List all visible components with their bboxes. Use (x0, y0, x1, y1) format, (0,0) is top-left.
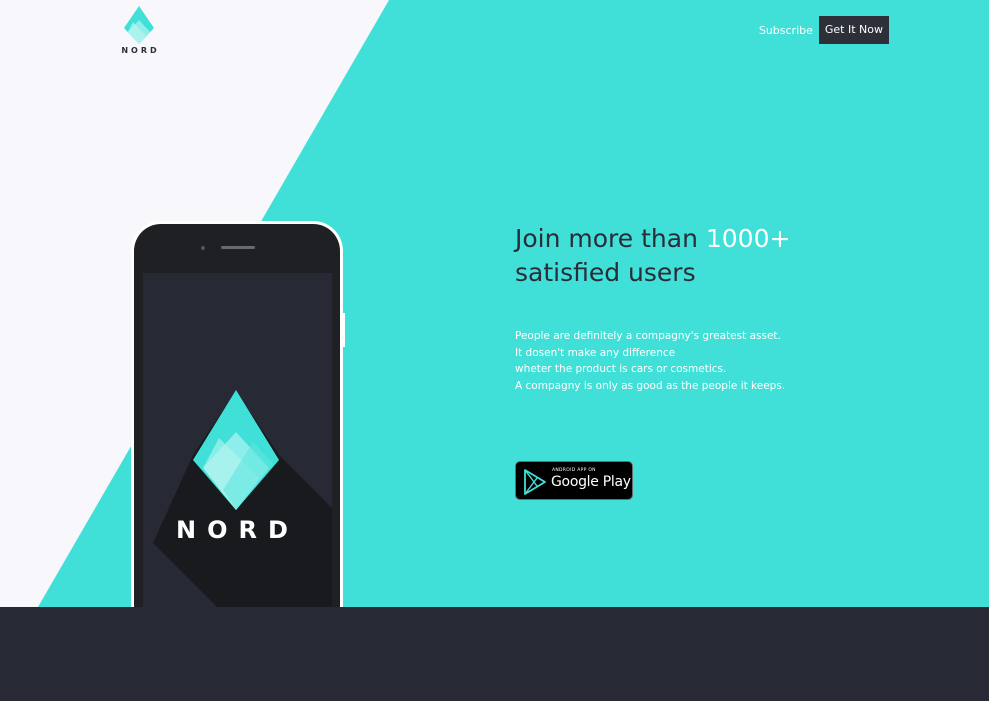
google-play-small-text: ANDROID APP ON (552, 468, 596, 473)
description-line: It dosen't make any difference (515, 346, 676, 359)
google-play-big-text: Google Play (551, 474, 631, 490)
headline-part2: satisfied users (515, 258, 696, 287)
description-line: A compagny is only as good as the people… (515, 379, 786, 392)
hero-headline: Join more than 1000+ satisfied users (515, 222, 875, 290)
google-play-icon (524, 469, 546, 495)
brand-name: NORD (121, 46, 160, 55)
description-line: People are definitely a compagny's great… (515, 330, 781, 342)
top-nav: Subscribe Get It Now (759, 16, 889, 44)
description-line: wheter the product is cars or cosmetics. (515, 363, 727, 375)
phone-screen-logo-icon (193, 390, 279, 510)
nord-logo-icon (124, 6, 154, 44)
hero-section: NORD Subscribe Get It Now NORD Join more… (0, 0, 989, 607)
brand-logo[interactable]: NORD (115, 6, 163, 55)
dark-section (0, 607, 989, 701)
phone-screen-brand-text: NORD (176, 516, 299, 544)
hero-description: People are definitely a compagny's great… (515, 328, 845, 394)
get-it-now-button[interactable]: Get It Now (818, 16, 889, 44)
google-play-badge[interactable]: ANDROID APP ON Google Play (515, 461, 633, 500)
headline-accent: 1000+ (705, 224, 791, 253)
headline-part1: Join more than (515, 224, 706, 253)
subscribe-link[interactable]: Subscribe (759, 24, 813, 37)
